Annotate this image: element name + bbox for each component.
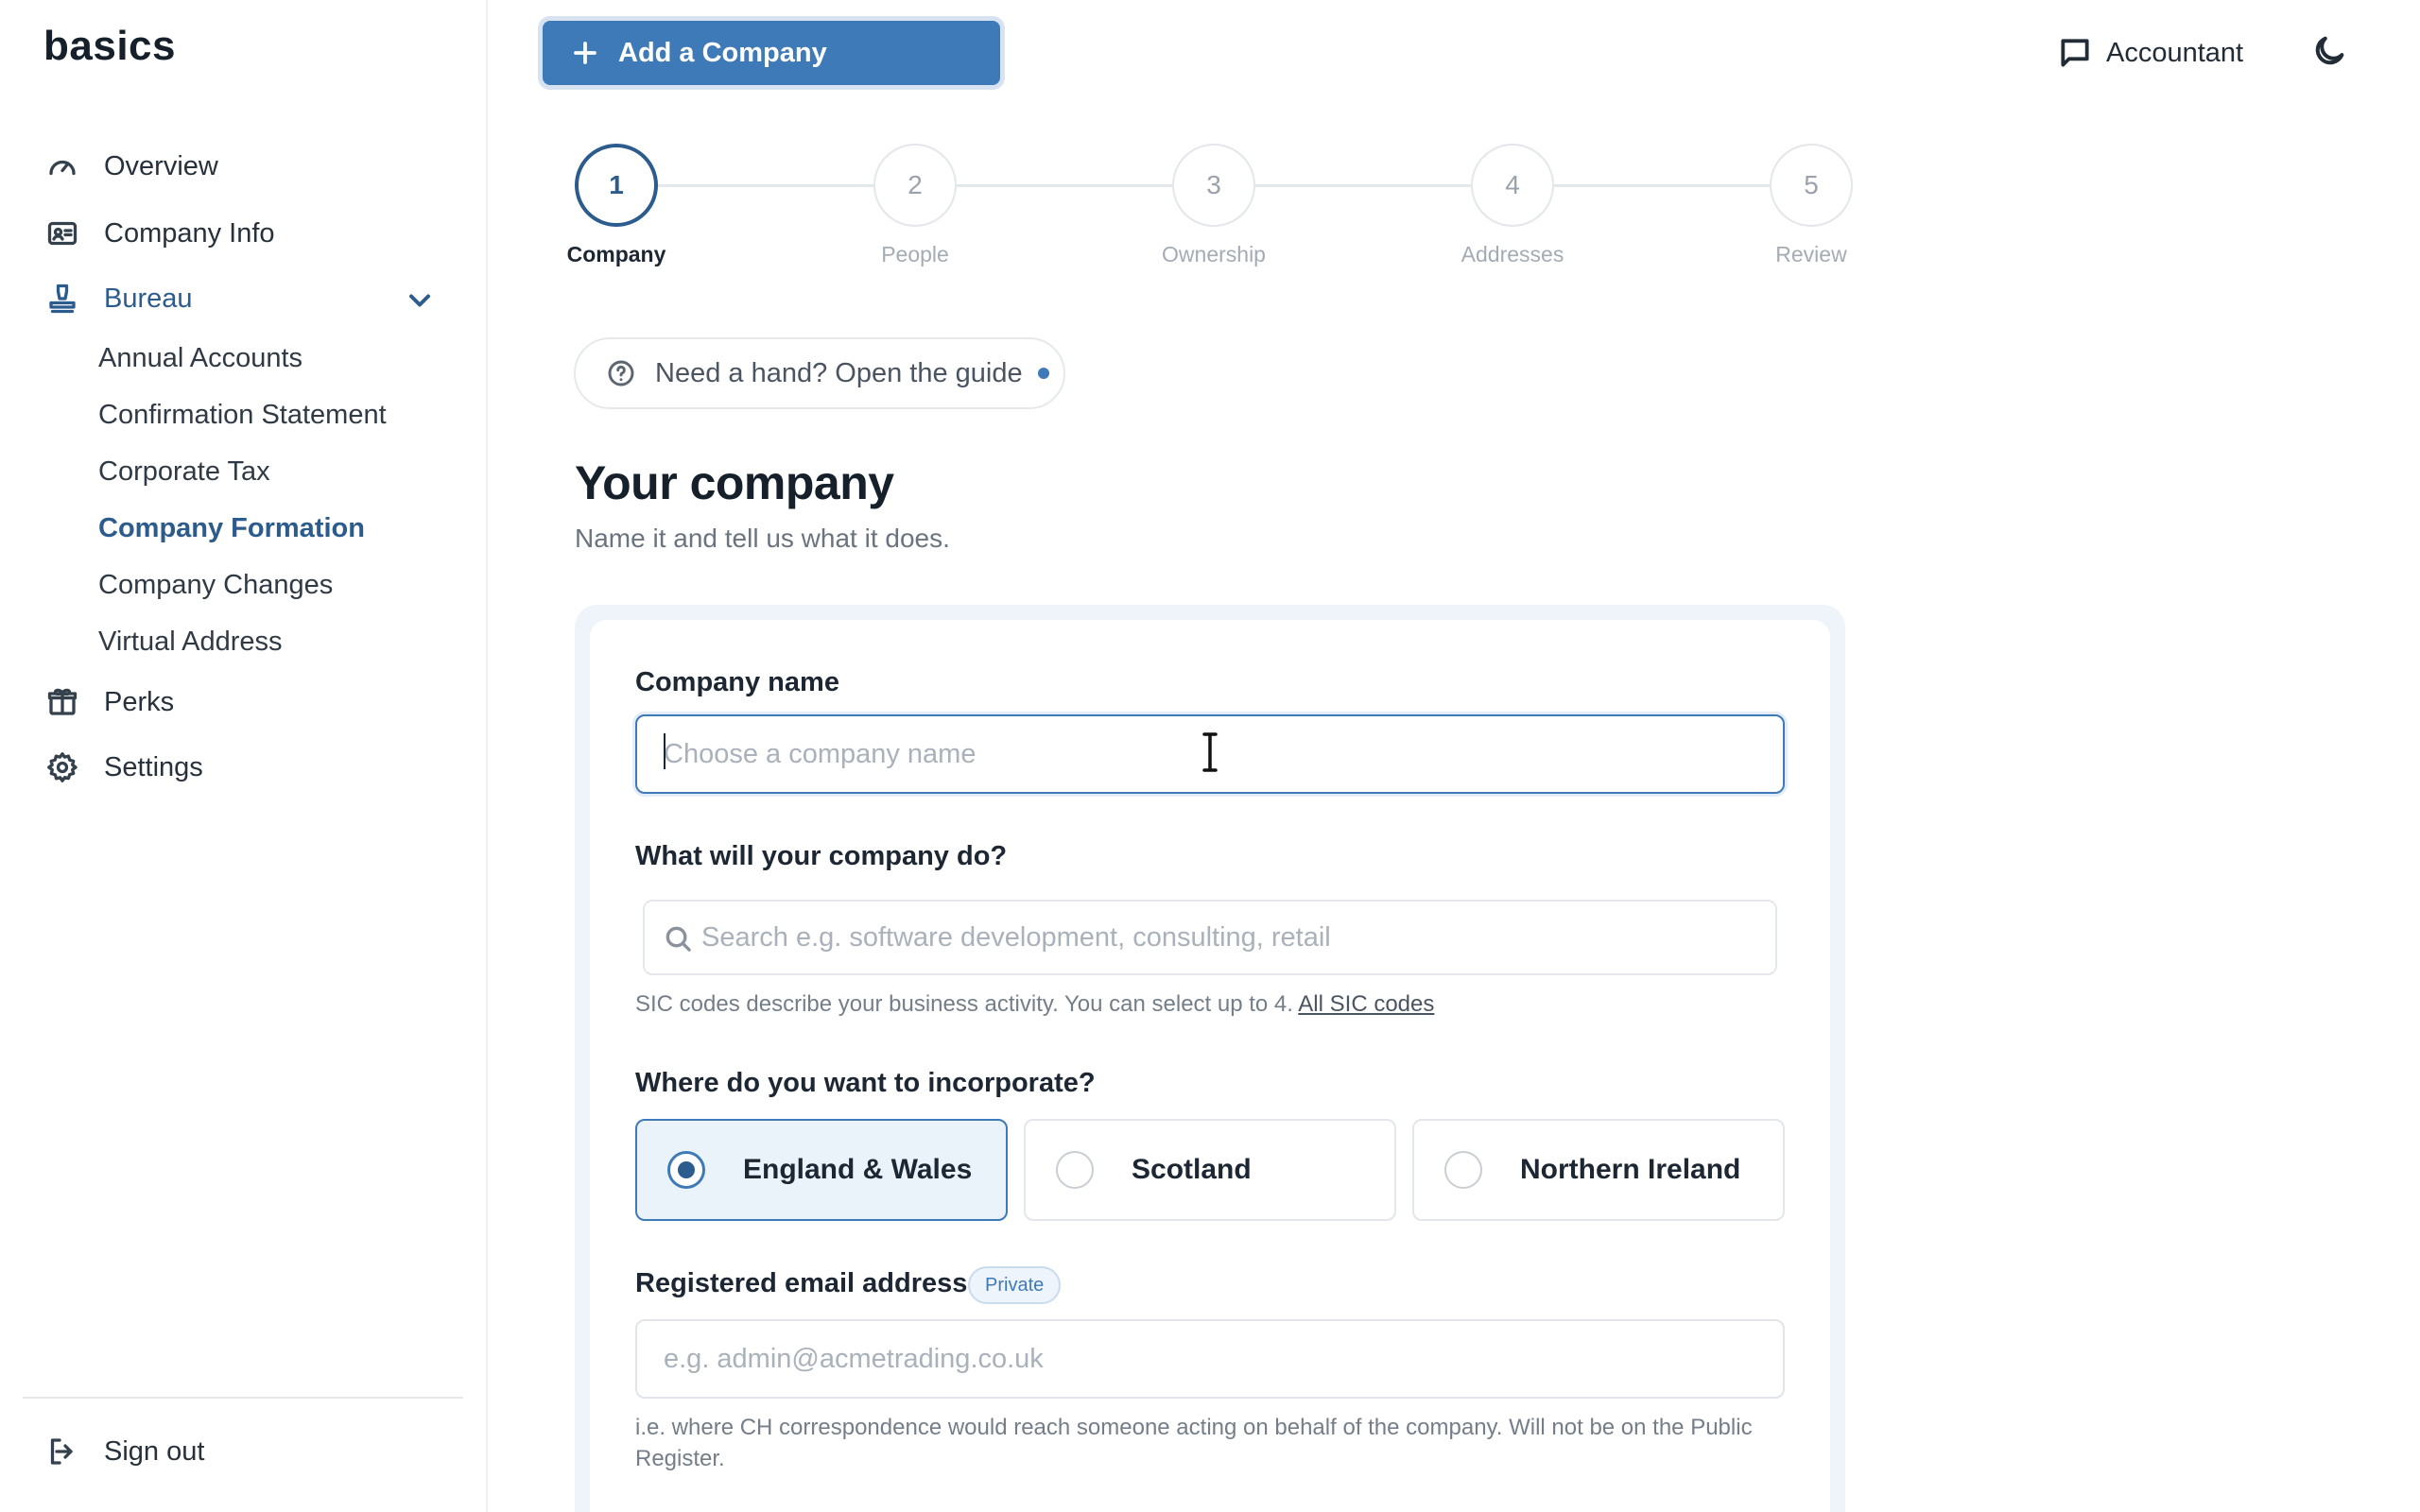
sidebar-subitem-company-changes[interactable]: Company Changes [98,564,333,606]
sidebar: basics Overview Company Info Bureau Annu… [0,0,488,1512]
accountant-button[interactable]: Accountant [2057,30,2243,76]
sidebar-item-label: Perks [104,686,175,717]
sidebar-subitem-confirmation-statement[interactable]: Confirmation Statement [98,394,387,436]
radio-label: Northern Ireland [1520,1154,1741,1185]
incorporate-label: Where do you want to incorporate? [635,1068,1096,1098]
sidebar-divider [23,1397,463,1399]
sidebar-subitem-corporate-tax[interactable]: Corporate Tax [98,451,270,492]
chat-icon [2061,39,2089,67]
text-caret [664,733,666,769]
sidebar-item-perks[interactable]: Perks [43,679,174,726]
step-4-label: Addresses [1461,242,1564,266]
email-label: Registered email address [635,1268,968,1298]
sidebar-item-overview[interactable]: Overview [43,143,218,190]
chevron-down-icon[interactable] [403,284,437,318]
sic-search-input[interactable] [701,902,1770,973]
radio-button[interactable] [1444,1151,1482,1189]
radio-label: Scotland [1132,1154,1252,1185]
search-icon [666,926,691,952]
step-connector [1554,184,1770,187]
step-2-circle[interactable]: 2 [873,144,957,227]
help-circle-icon [608,360,634,387]
sidebar-item-label: Bureau [104,283,193,314]
private-badge: Private [968,1266,1062,1304]
app-logo[interactable]: basics [43,23,176,70]
sidebar-item-company-info[interactable]: Company Info [43,210,275,257]
add-company-button[interactable]: Add a Company [543,21,1000,85]
notification-dot [1037,368,1049,379]
radio-button[interactable] [1056,1151,1094,1189]
sidebar-item-label: Overview [104,150,218,181]
ibeam-cursor-icon [1201,731,1219,773]
gift-icon [43,683,81,721]
sign-out-button[interactable]: Sign out [43,1428,204,1475]
step-5-circle[interactable]: 5 [1770,144,1853,227]
page-subtitle: Name it and tell us what it does. [575,524,950,553]
email-help-text: i.e. where CH correspondence would reach… [635,1415,1753,1471]
moon-icon [2315,36,2344,65]
page-title: Your company [575,456,894,509]
company-name-label: Company name [635,667,839,697]
dark-mode-toggle[interactable] [2310,32,2352,74]
step-2-label: People [881,242,949,266]
gear-icon [43,748,81,786]
open-guide-button[interactable]: Need a hand? Open the guide [574,337,1065,409]
step-connector [957,184,1172,187]
radio-selected-dot [678,1161,695,1178]
registered-email-input[interactable] [635,1319,1785,1399]
radio-button[interactable] [667,1151,705,1189]
sic-search-field[interactable] [643,900,1777,975]
radio-northern-ireland[interactable]: Northern Ireland [1412,1119,1785,1221]
sidebar-subitem-annual-accounts[interactable]: Annual Accounts [98,337,302,379]
radio-scotland[interactable]: Scotland [1024,1119,1396,1221]
guide-label: Need a hand? Open the guide [655,357,1023,388]
sidebar-item-settings[interactable]: Settings [43,744,203,791]
step-connector [1255,184,1471,187]
radio-label: England & Wales [743,1154,973,1185]
plus-icon [571,39,599,67]
sidebar-subitem-virtual-address[interactable]: Virtual Address [98,621,283,662]
step-1-label: Company [566,242,666,266]
sign-out-icon [43,1433,81,1470]
sic-help-text: SIC codes describe your business activit… [635,988,1434,1020]
activity-label: What will your company do? [635,841,1008,871]
step-1-circle[interactable]: 1 [575,144,658,227]
accountant-label: Accountant [2106,37,2244,68]
sign-out-label: Sign out [104,1435,205,1467]
step-3-circle[interactable]: 3 [1172,144,1255,227]
step-5-label: Review [1775,242,1847,266]
stamp-icon [43,280,81,318]
radio-england-wales[interactable]: England & Wales [635,1119,1008,1221]
sidebar-item-label: Company Info [104,217,275,249]
add-company-label: Add a Company [618,37,827,68]
step-3-label: Ownership [1162,242,1266,266]
sidebar-item-label: Settings [104,751,203,782]
gauge-icon [43,147,81,185]
id-card-icon [43,215,81,252]
sidebar-item-bureau[interactable]: Bureau [43,275,193,322]
step-connector [658,184,873,187]
step-4-circle[interactable]: 4 [1471,144,1554,227]
sic-help-copy: SIC codes describe your business activit… [635,991,1293,1017]
all-sic-codes-link[interactable]: All SIC codes [1298,991,1434,1017]
sidebar-subitem-company-formation[interactable]: Company Formation [98,507,365,549]
